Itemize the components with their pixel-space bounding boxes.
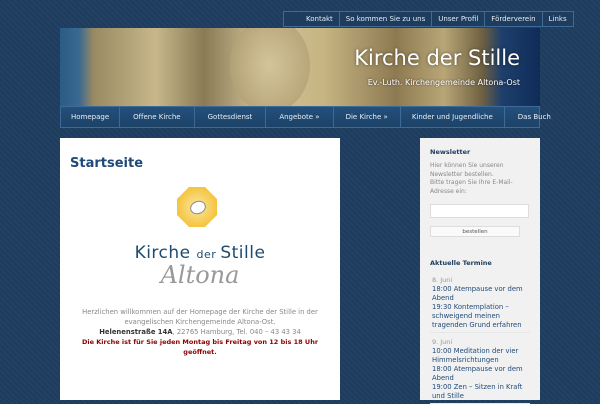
event-link[interactable]: 19:00 Zen – Sitzen in Kraft und Stille bbox=[432, 383, 528, 401]
event-day: 8. Juni 18:00 Atempause vor dem Abend 19… bbox=[430, 273, 530, 333]
site-description: Ev.-Luth. Kirchengemeinde Altona-Ost bbox=[367, 78, 520, 87]
nav-angebote[interactable]: Angebote » bbox=[266, 107, 334, 127]
address-rest: , 22765 Hamburg, Tel. 040 – 43 43 34 bbox=[172, 328, 301, 336]
opening-hours: Die Kirche ist für Sie jeden Montag bis … bbox=[81, 338, 319, 356]
event-link[interactable]: 10:00 Meditation der vier Himmelsrichtun… bbox=[432, 347, 528, 365]
event-link[interactable]: 18:00 Atempause vor dem Abend bbox=[432, 285, 528, 303]
newsletter-subscribe-button[interactable]: bestellen bbox=[430, 226, 520, 237]
newsletter-instruction: Bitte tragen Sie Ihre E-Mail-Adresse ein… bbox=[430, 179, 513, 195]
nav-das-buch[interactable]: Das Buch bbox=[505, 107, 564, 127]
nav-die-kirche[interactable]: Die Kirche » bbox=[334, 107, 401, 127]
street: Helenenstraße 14A bbox=[99, 328, 173, 336]
event-date: 8. Juni bbox=[432, 276, 453, 284]
sidebar: Newsletter Hier können Sie unseren Newsl… bbox=[420, 138, 540, 404]
header-banner: Kirche der Stille Ev.-Luth. Kirchengemei… bbox=[60, 28, 540, 106]
top-nav-kontakt[interactable]: Kontakt bbox=[284, 12, 339, 26]
nav-kinder-jugendliche[interactable]: Kinder und Jugendliche bbox=[401, 107, 505, 127]
event-link[interactable]: 19:30 Kontemplation – schweigend meinen … bbox=[432, 303, 528, 330]
top-nav-links[interactable]: Links bbox=[541, 12, 573, 26]
main-content: Startseite Kirche der Stille Altona Herz… bbox=[60, 138, 340, 400]
main-navigation: Homepage Offene Kirche Gottesdienst Ange… bbox=[60, 106, 551, 128]
newsletter-text: Hier können Sie unseren Newsletter beste… bbox=[430, 162, 504, 178]
logo-word: der bbox=[196, 248, 221, 261]
nav-gottesdienst[interactable]: Gottesdienst bbox=[195, 107, 267, 127]
events-widget: Aktuelle Termine 8. Juni 18:00 Atempause… bbox=[430, 259, 530, 404]
nav-offene-kirche[interactable]: Offene Kirche bbox=[120, 107, 195, 127]
top-nav-foerderverein[interactable]: Förderverein bbox=[484, 12, 541, 26]
newsletter-email-input[interactable] bbox=[430, 204, 529, 218]
page-title: Startseite bbox=[70, 156, 144, 171]
logo-word: Kirche bbox=[134, 243, 197, 263]
top-nav-profil[interactable]: Unser Profil bbox=[431, 12, 484, 26]
octagon-logo-icon bbox=[177, 187, 217, 227]
address: Helenenstraße 14A, 22765 Hamburg, Tel. 0… bbox=[70, 327, 330, 337]
top-navigation: Kontakt So kommen Sie zu uns Unser Profi… bbox=[283, 11, 574, 27]
church-logo: Kirche der Stille Altona bbox=[125, 181, 275, 301]
welcome-text: Herzlichen willkommen auf der Homepage d… bbox=[82, 308, 318, 326]
event-day: 9. Juni 10:00 Meditation der vier Himmel… bbox=[430, 335, 530, 404]
logo-altona: Altona bbox=[160, 261, 240, 289]
site-title[interactable]: Kirche der Stille bbox=[354, 46, 520, 70]
event-date: 9. Juni bbox=[432, 338, 453, 346]
logo-word: Stille bbox=[220, 243, 266, 263]
top-nav-anfahrt[interactable]: So kommen Sie zu uns bbox=[338, 12, 431, 26]
event-link[interactable]: 18:00 Atempause vor dem Abend bbox=[432, 365, 528, 383]
singing-bowl-image bbox=[230, 28, 310, 106]
events-title: Aktuelle Termine bbox=[430, 259, 492, 267]
newsletter-title: Newsletter bbox=[430, 148, 471, 156]
nav-homepage[interactable]: Homepage bbox=[61, 107, 121, 127]
logo-text: Kirche der Stille bbox=[125, 243, 275, 263]
